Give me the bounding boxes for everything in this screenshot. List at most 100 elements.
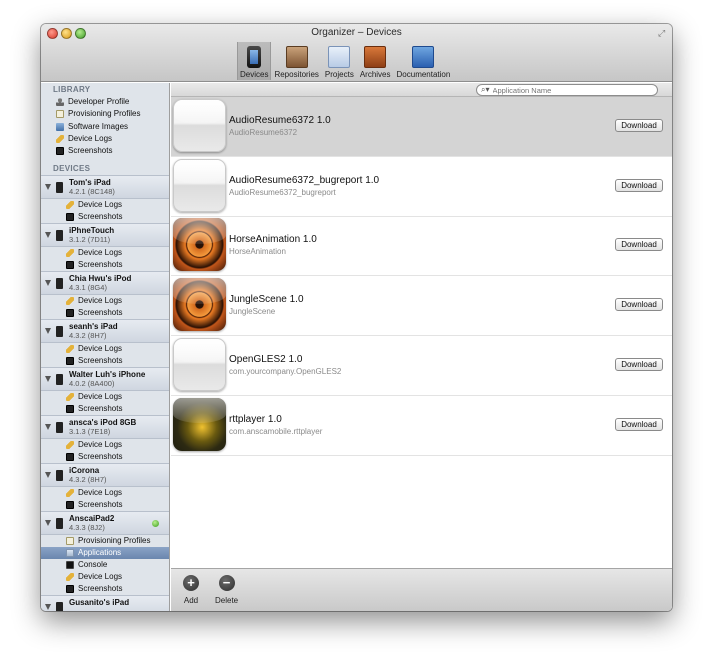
library-item-label: Software Images bbox=[68, 121, 129, 131]
disclosure-triangle-icon[interactable] bbox=[45, 328, 51, 335]
toolbar-label: Documentation bbox=[396, 70, 451, 79]
device-version: 4.3.2 (8H7) bbox=[69, 475, 107, 485]
icon-gloss bbox=[173, 278, 226, 304]
application-identifier: JungleScene bbox=[229, 307, 276, 317]
icon-gloss bbox=[174, 100, 225, 125]
app-icon bbox=[173, 158, 226, 212]
search-icon: ⌕▾ bbox=[481, 85, 490, 94]
device-subitem-label: Device Logs bbox=[78, 200, 123, 210]
application-row[interactable]: AudioResume6372_bugreport 1.0 AudioResume… bbox=[171, 157, 672, 217]
logs-icon bbox=[66, 297, 74, 306]
download-button[interactable]: Download bbox=[615, 357, 663, 371]
download-button[interactable]: Download bbox=[615, 298, 663, 312]
application-name: OpenGLES2 1.0 bbox=[229, 353, 303, 365]
device-subitem-device-logs[interactable]: Device Logs bbox=[41, 391, 169, 403]
disclosure-triangle-icon[interactable] bbox=[45, 232, 51, 239]
disclosure-triangle-icon[interactable] bbox=[45, 376, 51, 383]
device-item[interactable]: iCorona 4.3.2 (8H7) bbox=[41, 463, 169, 488]
delete-label: Delete bbox=[215, 596, 239, 605]
disclosure-triangle-icon[interactable] bbox=[45, 424, 51, 431]
download-button[interactable]: Download bbox=[615, 178, 663, 192]
device-subitem-label: Screenshots bbox=[78, 584, 123, 594]
device-subitem-device-logs[interactable]: Device Logs bbox=[41, 247, 169, 259]
fullscreen-icon[interactable]: ⤢ bbox=[658, 28, 668, 38]
screenshots-icon bbox=[66, 453, 74, 462]
search-field[interactable]: ⌕▾ bbox=[476, 84, 658, 96]
device-name: iCorona bbox=[69, 466, 100, 476]
device-version: 4.2.1 (8C148) bbox=[69, 187, 115, 197]
device-item[interactable]: Walter Luh's iPhone 4.0.2 (8A400) bbox=[41, 367, 169, 392]
application-row[interactable]: OpenGLES2 1.0 com.yourcompany.OpenGLES2 Do… bbox=[171, 336, 672, 396]
library-item-provisioning-profiles[interactable]: Provisioning Profiles bbox=[41, 108, 169, 120]
logs-icon bbox=[66, 441, 74, 450]
archives-icon bbox=[364, 46, 387, 68]
device-subitem-screenshots[interactable]: Screenshots bbox=[41, 355, 169, 367]
device-subitem-device-logs[interactable]: Device Logs bbox=[41, 295, 169, 307]
device-item[interactable]: Chia Hwu's iPod 4.3.1 (8G4) bbox=[41, 271, 169, 296]
device-subitem-label: Screenshots bbox=[78, 260, 123, 270]
titlebar: Organizer – Devices ⤢ Devices Repositorie… bbox=[41, 24, 672, 82]
search-input[interactable] bbox=[492, 85, 643, 95]
device-subitem-device-logs[interactable]: Device Logs bbox=[41, 571, 169, 583]
profile-icon bbox=[66, 537, 74, 546]
window-title: Organizer – Devices bbox=[311, 27, 402, 38]
device-item[interactable]: AnscaiPad2 4.3.3 (8J2) bbox=[41, 511, 169, 536]
device-subitem-label: Applications bbox=[78, 548, 122, 558]
device-item[interactable]: iPhneTouch 3.1.2 (7D11) bbox=[41, 223, 169, 248]
device-subitem-provisioning-profiles[interactable]: Provisioning Profiles bbox=[41, 535, 169, 547]
download-button[interactable]: Download bbox=[615, 417, 663, 431]
application-row[interactable]: HorseAnimation 1.0 HorseAnimation Download bbox=[171, 216, 672, 277]
device-subitem-device-logs[interactable]: Device Logs bbox=[41, 487, 169, 499]
icon-gloss bbox=[173, 218, 226, 244]
toolbar-devices-button[interactable]: Devices bbox=[237, 42, 272, 80]
toolbar-documentation-button[interactable]: Documentation bbox=[394, 42, 454, 80]
icon-gloss bbox=[174, 159, 225, 185]
device-subitem-screenshots[interactable]: Screenshots bbox=[41, 451, 169, 463]
screenshots-icon bbox=[66, 261, 74, 270]
download-button[interactable]: Download bbox=[615, 119, 663, 132]
device-subitem-screenshots[interactable]: Screenshots bbox=[41, 211, 169, 223]
add-button[interactable]: + Add bbox=[183, 575, 199, 605]
disclosure-triangle-icon[interactable] bbox=[45, 184, 51, 191]
device-item[interactable]: ansca's iPod 8GB 3.1.3 (7E18) bbox=[41, 415, 169, 440]
disclosure-triangle-icon[interactable] bbox=[45, 520, 51, 527]
device-subitem-console[interactable]: Console bbox=[41, 559, 169, 571]
app-icon bbox=[173, 337, 226, 391]
person-icon bbox=[56, 98, 64, 107]
device-subitem-device-logs[interactable]: Device Logs bbox=[41, 439, 169, 451]
device-subitem-screenshots[interactable]: Screenshots bbox=[41, 583, 169, 595]
device-subitem-label: Screenshots bbox=[78, 308, 123, 318]
disclosure-triangle-icon[interactable] bbox=[45, 472, 51, 479]
application-row[interactable]: JungleScene 1.0 JungleScene Download bbox=[171, 276, 672, 337]
toolbar-archives-button[interactable]: Archives bbox=[357, 42, 394, 80]
device-item[interactable]: Tom's iPad 4.2.1 (8C148) bbox=[41, 175, 169, 200]
device-item[interactable]: seanh's iPad 4.3.2 (8H7) bbox=[41, 319, 169, 344]
application-row[interactable]: AudioResume6372 1.0 AudioResume6372 Downlo… bbox=[171, 97, 672, 157]
device-subitem-screenshots[interactable]: Screenshots bbox=[41, 259, 169, 271]
toolbar-label: Archives bbox=[359, 70, 391, 79]
device-subitem-screenshots[interactable]: Screenshots bbox=[41, 403, 169, 415]
app-icon bbox=[173, 278, 226, 332]
device-subitem-screenshots[interactable]: Screenshots bbox=[41, 499, 169, 511]
download-button[interactable]: Download bbox=[615, 238, 663, 252]
disclosure-triangle-icon[interactable] bbox=[45, 280, 51, 287]
library-item-label: Provisioning Profiles bbox=[68, 109, 141, 119]
device-subitem-screenshots[interactable]: Screenshots bbox=[41, 307, 169, 319]
library-item-developer-profile[interactable]: Developer Profile bbox=[41, 96, 169, 108]
application-identifier: AudioResume6372 bbox=[229, 128, 298, 137]
device-item[interactable]: Gusanito's iPad bbox=[41, 595, 169, 611]
device-version: 3.1.2 (7D11) bbox=[69, 235, 111, 245]
delete-button[interactable]: − Delete bbox=[215, 575, 238, 605]
application-row[interactable]: rttplayer 1.0 com.anscamobile.rttplayer Do… bbox=[171, 396, 672, 456]
library-item-software-images[interactable]: Software Images bbox=[41, 121, 169, 133]
device-subitem-label: Screenshots bbox=[78, 500, 123, 510]
device-subitem-label: Device Logs bbox=[78, 440, 123, 450]
device-subitem-device-logs[interactable]: Device Logs bbox=[41, 343, 169, 355]
library-item-screenshots[interactable]: Screenshots bbox=[41, 145, 169, 157]
disclosure-triangle-icon[interactable] bbox=[45, 604, 51, 611]
device-subitem-applications[interactable]: Applications bbox=[41, 547, 169, 560]
library-item-device-logs[interactable]: Device Logs bbox=[41, 133, 169, 145]
device-subitem-device-logs[interactable]: Device Logs bbox=[41, 199, 169, 211]
toolbar-projects-button[interactable]: Projects bbox=[322, 42, 357, 80]
toolbar-repositories-button[interactable]: Repositories bbox=[271, 42, 321, 80]
